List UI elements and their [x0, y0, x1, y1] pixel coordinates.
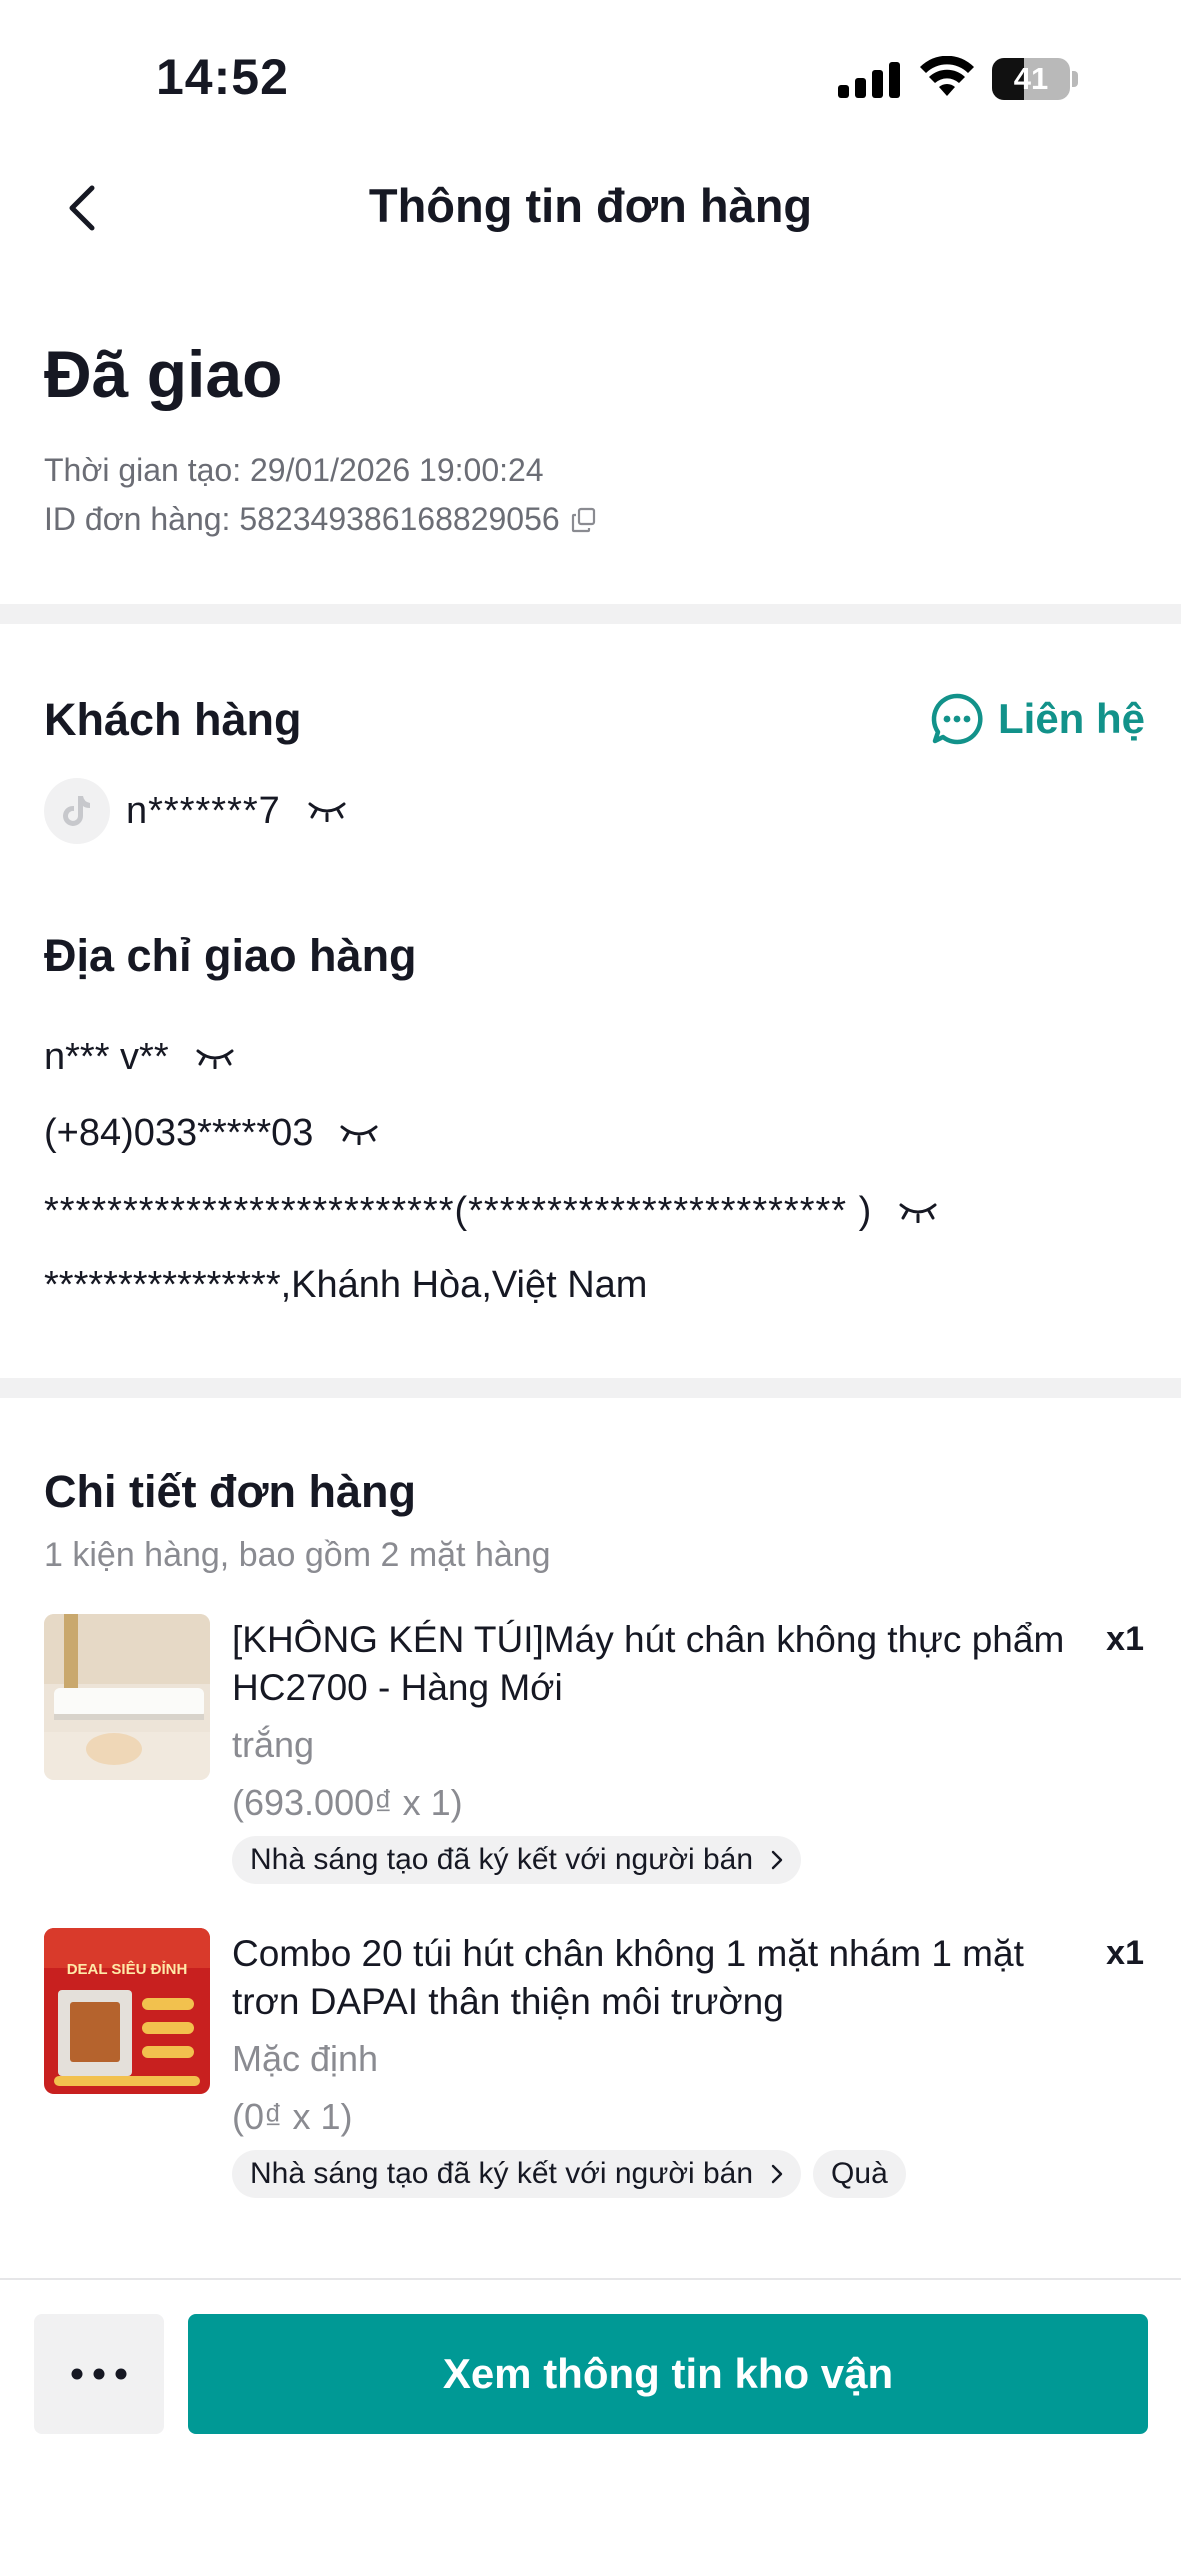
- address-section-title: Địa chỉ giao hàng: [44, 930, 417, 981]
- creator-tag-label: Nhà sáng tạo đã ký kết với người bán: [250, 2157, 754, 2190]
- customer-row: n*******7: [44, 778, 347, 844]
- section-divider: [0, 604, 1181, 624]
- wifi-icon: [920, 56, 974, 96]
- section-divider: [0, 1378, 1181, 1398]
- chevron-right-icon: [771, 1850, 783, 1870]
- customer-section-title: Khách hàng: [44, 694, 302, 745]
- order-id-row: ID đơn hàng: 582349386168829056: [44, 501, 598, 538]
- address-street-row: **************************(*************…: [44, 1190, 938, 1233]
- contact-button[interactable]: Liên hệ: [930, 692, 1145, 746]
- address-name-row: n*** v**: [44, 1036, 235, 1079]
- address-phone-row: (+84)033*****03: [44, 1112, 379, 1155]
- creator-tag[interactable]: Nhà sáng tạo đã ký kết với người bán: [232, 2150, 802, 2198]
- creator-tag[interactable]: Nhà sáng tạo đã ký kết với người bán: [232, 1836, 802, 1884]
- details-subtitle: 1 kiện hàng, bao gồm 2 mặt hàng: [44, 1536, 551, 1574]
- item-tags: Nhà sáng tạo đã ký kết với người bán: [232, 1836, 813, 1884]
- details-section-title: Chi tiết đơn hàng: [44, 1466, 416, 1517]
- address-region-row: ****************,Khánh Hòa,Việt Nam: [44, 1264, 647, 1307]
- more-dots-icon: [71, 2368, 127, 2380]
- creator-tag-label: Nhà sáng tạo đã ký kết với người bán: [250, 1843, 754, 1876]
- customer-name: n*******7: [126, 789, 281, 832]
- item-price: (0₫ x 1): [232, 2096, 353, 2137]
- bottom-bar-divider: [0, 2278, 1181, 2280]
- chevron-right-icon: [771, 2164, 783, 2184]
- status-bar: 14:52 41: [0, 0, 1181, 150]
- gift-tag: Quà: [813, 2150, 906, 2198]
- recipient-name: n*** v**: [44, 1036, 169, 1078]
- order-status: Đã giao: [44, 337, 283, 411]
- product-thumbnail: [44, 1614, 210, 1780]
- avatar: [44, 778, 110, 844]
- product-thumbnail: DEAL SIÊU ĐỈNH: [44, 1928, 210, 2094]
- item-quantity: x1: [1106, 1934, 1144, 1972]
- eye-closed-icon[interactable]: [898, 1201, 938, 1223]
- recipient-street: **************************(*************…: [44, 1190, 873, 1232]
- item-price: (693.000₫ x 1): [232, 1782, 463, 1823]
- eye-closed-icon[interactable]: [339, 1123, 379, 1145]
- page-title: Thông tin đơn hàng: [368, 179, 813, 232]
- order-id: ID đơn hàng: 582349386168829056: [44, 501, 560, 537]
- eye-closed-icon[interactable]: [307, 800, 347, 822]
- battery-icon: 41: [992, 58, 1078, 100]
- recipient-region: ****************,Khánh Hòa,Việt Nam: [44, 1264, 648, 1306]
- item-name: Combo 20 túi hút chân không 1 mặt nhám 1…: [232, 1933, 1024, 2022]
- tiktok-logo-icon: [63, 796, 90, 826]
- contact-label: Liên hệ: [998, 695, 1146, 742]
- more-options-button[interactable]: [34, 2314, 164, 2434]
- item-variant: trắng: [232, 1724, 315, 1765]
- chat-icon: [931, 693, 983, 745]
- copy-icon[interactable]: [570, 506, 598, 534]
- battery-percent: 41: [1013, 61, 1049, 96]
- recipient-phone: (+84)033*****03: [44, 1112, 314, 1154]
- item-name: [KHÔNG KÉN TÚI]Máy hút chân không thực p…: [232, 1619, 1065, 1708]
- thumbnail-deal-text: DEAL SIÊU ĐỈNH: [67, 1960, 188, 1978]
- order-created-time: Thời gian tạo: 29/01/2026 19:00:24: [44, 452, 544, 488]
- status-time: 14:52: [156, 49, 289, 105]
- nav-bar: Thông tin đơn hàng: [0, 150, 1181, 266]
- view-logistics-button[interactable]: Xem thông tin kho vận: [188, 2314, 1148, 2434]
- item-tags: Nhà sáng tạo đã ký kết với người bán Quà: [232, 2150, 918, 2198]
- cellular-signal-icon: [838, 60, 902, 98]
- item-variant: Mặc định: [232, 2038, 379, 2079]
- item-quantity: x1: [1106, 1620, 1144, 1658]
- eye-closed-icon[interactable]: [195, 1047, 235, 1069]
